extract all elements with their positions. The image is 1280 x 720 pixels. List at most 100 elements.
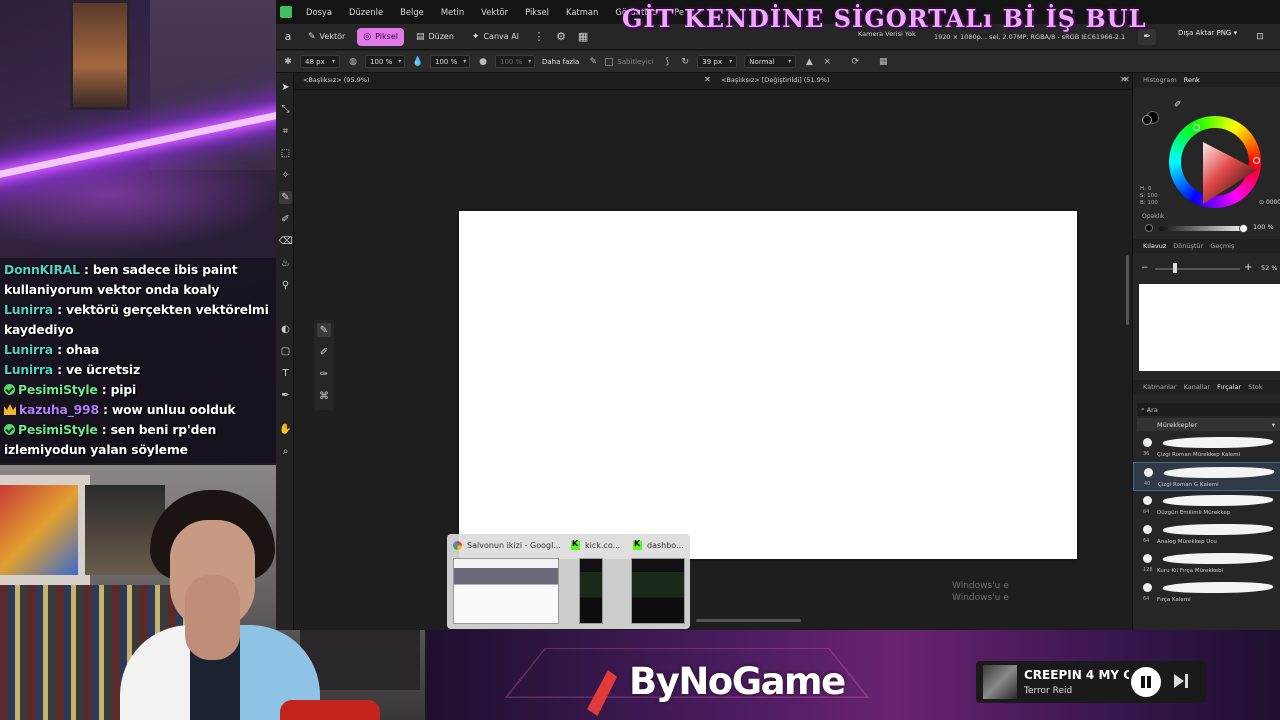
panel-tab-kılavuz[interactable]: Kılavuz <box>1143 242 1166 250</box>
horizontal-scrollbar[interactable] <box>696 619 801 622</box>
chat-username[interactable]: Lunirra <box>4 362 53 377</box>
symmetry-icon[interactable]: ⟆ <box>661 56 673 68</box>
brush-panel-icon[interactable]: ▦ <box>877 56 889 68</box>
hex-value[interactable]: ⊙ 000000 <box>1259 199 1280 206</box>
next-track-icon[interactable] <box>1174 673 1188 689</box>
zoom-out-icon[interactable]: − <box>1141 263 1149 273</box>
panel-tab-geçmiş[interactable]: Geçmiş <box>1210 242 1234 250</box>
brush-size-field[interactable]: 48 px ▾ <box>300 55 340 68</box>
app-logo-icon[interactable] <box>280 6 292 18</box>
assistant-icon[interactable]: ⚙ <box>553 29 569 45</box>
menu-item-düzenle[interactable]: Düzenle <box>349 7 383 17</box>
menu-item-vektör[interactable]: Vektör <box>481 7 508 17</box>
more-options-icon[interactable]: ⋮ <box>531 29 547 45</box>
menu-item-belge[interactable]: Belge <box>400 7 424 17</box>
shape-tool-icon[interactable]: ▢ <box>279 345 292 358</box>
pen-tool-icon[interactable]: ✒ <box>279 389 292 402</box>
pause-icon[interactable] <box>1131 667 1161 697</box>
menu-item-dosya[interactable]: Dosya <box>306 7 332 17</box>
selection-brush-icon[interactable]: ✧ <box>279 169 292 182</box>
persona-düzen[interactable]: ▤ Düzen <box>410 28 460 46</box>
eyedropper-icon[interactable]: ✐ <box>1174 100 1182 110</box>
brush-preset[interactable]: 40 Çizgi Roman G Kalemi <box>1133 462 1280 491</box>
chat-username[interactable]: PesimiStyle <box>18 382 98 397</box>
pixel-tool-icon[interactable]: ✐ <box>279 213 292 226</box>
eraser-tool-icon[interactable]: ⌫ <box>278 235 292 248</box>
brush-preset[interactable]: 128 Kuru Kıl Fırça Mürekkebi <box>1133 549 1280 578</box>
brush-preset[interactable]: 64 Analog Mürekkep Ucu <box>1133 520 1280 549</box>
panel-tab-dönüştür[interactable]: Dönüştür <box>1173 242 1203 250</box>
rotate-icon[interactable]: ↻ <box>679 56 691 68</box>
persona-vektör[interactable]: ✎ Vektör <box>302 28 351 46</box>
flow-field[interactable]: 100 % ▾ <box>430 55 470 68</box>
panel-tab-katmanlar[interactable]: Katmanlar <box>1143 383 1177 391</box>
erase-icon[interactable]: ⨯ <box>821 56 833 68</box>
color-wheel[interactable] <box>1169 116 1261 208</box>
brush-variant-icon[interactable]: ✐ <box>317 345 331 359</box>
affinity-logo-icon[interactable]: a <box>280 29 296 45</box>
blend-mode-select[interactable]: Normal ▾ <box>744 55 797 68</box>
opacity-slider[interactable] <box>1159 226 1243 231</box>
panel-tab-kanallar[interactable]: Kanallar <box>1184 383 1211 391</box>
zoom-tool-icon[interactable]: ⌕ <box>279 445 292 458</box>
opacity-slider-handle[interactable] <box>1239 224 1248 233</box>
panel-tab-renk[interactable]: Renk <box>1184 76 1200 84</box>
move-tool-icon[interactable]: ➤ <box>279 81 292 94</box>
chat-username[interactable]: DonnKIRAL <box>4 262 80 277</box>
export-png-button[interactable]: Dışa Aktar PNG ▾ <box>1178 29 1237 37</box>
pressure-icon[interactable]: ✎ <box>587 56 599 68</box>
vertical-scrollbar[interactable] <box>1126 255 1129 325</box>
close-tab-1-icon[interactable]: ✕ <box>704 75 711 84</box>
panel-tab-histogram[interactable]: Histogram <box>1143 76 1177 84</box>
wet-edges-icon[interactable]: ▲ <box>803 56 815 68</box>
crop-tool-icon[interactable]: ⌗ <box>279 125 292 138</box>
zoom-slider[interactable] <box>1155 268 1240 270</box>
panel-tab-stok[interactable]: Stok <box>1248 383 1262 391</box>
document-tab-2[interactable]: <Başlıksız> [Değiştirildi] (51.9%) <box>721 76 830 84</box>
navigator-preview[interactable] <box>1139 284 1280 371</box>
color-triangle[interactable] <box>1203 142 1257 204</box>
transform-tool-icon[interactable]: ⤡ <box>279 103 292 116</box>
persona-piksel[interactable]: ◎ Piksel <box>357 27 404 46</box>
dodge-tool-icon[interactable]: ◐ <box>279 323 292 336</box>
smudge-tool-icon[interactable]: ♨ <box>279 257 292 270</box>
width-field[interactable]: 39 px ▾ <box>697 55 738 68</box>
brush-search-input[interactable]: ⌕ Ara <box>1137 403 1280 416</box>
chat-username[interactable]: kazuha_998 <box>19 402 99 417</box>
paint-brush-icon[interactable]: ✎ <box>279 191 292 204</box>
menu-item-katman[interactable]: Katman <box>566 7 598 17</box>
zoom-slider-handle[interactable] <box>1173 263 1177 273</box>
white-canvas[interactable] <box>459 211 1077 559</box>
reset-icon[interactable]: ⟳ <box>849 56 861 68</box>
triangle-handle[interactable] <box>1253 157 1260 164</box>
brush-preset[interactable]: 64 Fırça Kalemi <box>1133 578 1280 607</box>
more-button[interactable]: Daha fazla <box>542 58 579 66</box>
taskbar-window-2[interactable]: kick.co... <box>565 534 627 629</box>
panel-tab-fırçalar[interactable]: Fırçalar <box>1217 383 1241 391</box>
brush-preset[interactable]: 64 Düzgün Emilimli Mürekkep <box>1133 491 1280 520</box>
brush-preset[interactable]: 36 Çizgi Roman Mürekkep Kalemi <box>1133 433 1280 462</box>
document-tab-1[interactable]: <Başlıksız> (95.9%) <box>303 76 370 84</box>
brush-category-select[interactable]: Mürekkepler ▾ <box>1137 418 1280 431</box>
opacity-field[interactable]: 100 % ▾ <box>365 55 405 68</box>
brush-settings-icon[interactable]: ✱ <box>282 56 294 68</box>
menu-item-metin[interactable]: Metin <box>441 7 464 17</box>
hand-tool-icon[interactable]: ✋ <box>279 423 292 436</box>
brush-erase-icon[interactable]: ✑ <box>317 367 331 381</box>
brush-options-icon[interactable]: ⌘ <box>317 389 331 403</box>
clone-tool-icon[interactable]: ⚲ <box>279 279 292 292</box>
wheel-hue-handle[interactable] <box>1193 124 1200 131</box>
text-tool-icon[interactable]: T <box>279 367 292 380</box>
persona-canva-ai[interactable]: ✦ Canva AI <box>466 28 525 46</box>
hardness-field[interactable]: 100 % ▾ <box>495 55 535 68</box>
stabilizer-checkbox[interactable] <box>605 57 614 66</box>
chat-username[interactable]: Lunirra <box>4 302 53 317</box>
close-panel-icon[interactable]: ✕ <box>1123 75 1130 84</box>
taskbar-window-1[interactable]: Salvonun ikizi - Googl... <box>447 534 565 629</box>
brush-mode-icon[interactable]: ✎ <box>317 323 331 337</box>
share-icon[interactable]: ⊡ <box>1251 29 1269 45</box>
foreground-color-swatch[interactable] <box>1142 115 1152 125</box>
marquee-tool-icon[interactable]: ⬚ <box>279 147 292 160</box>
taskbar-window-3[interactable]: dashbo... <box>627 534 689 629</box>
menu-item-piksel[interactable]: Piksel <box>525 7 549 17</box>
